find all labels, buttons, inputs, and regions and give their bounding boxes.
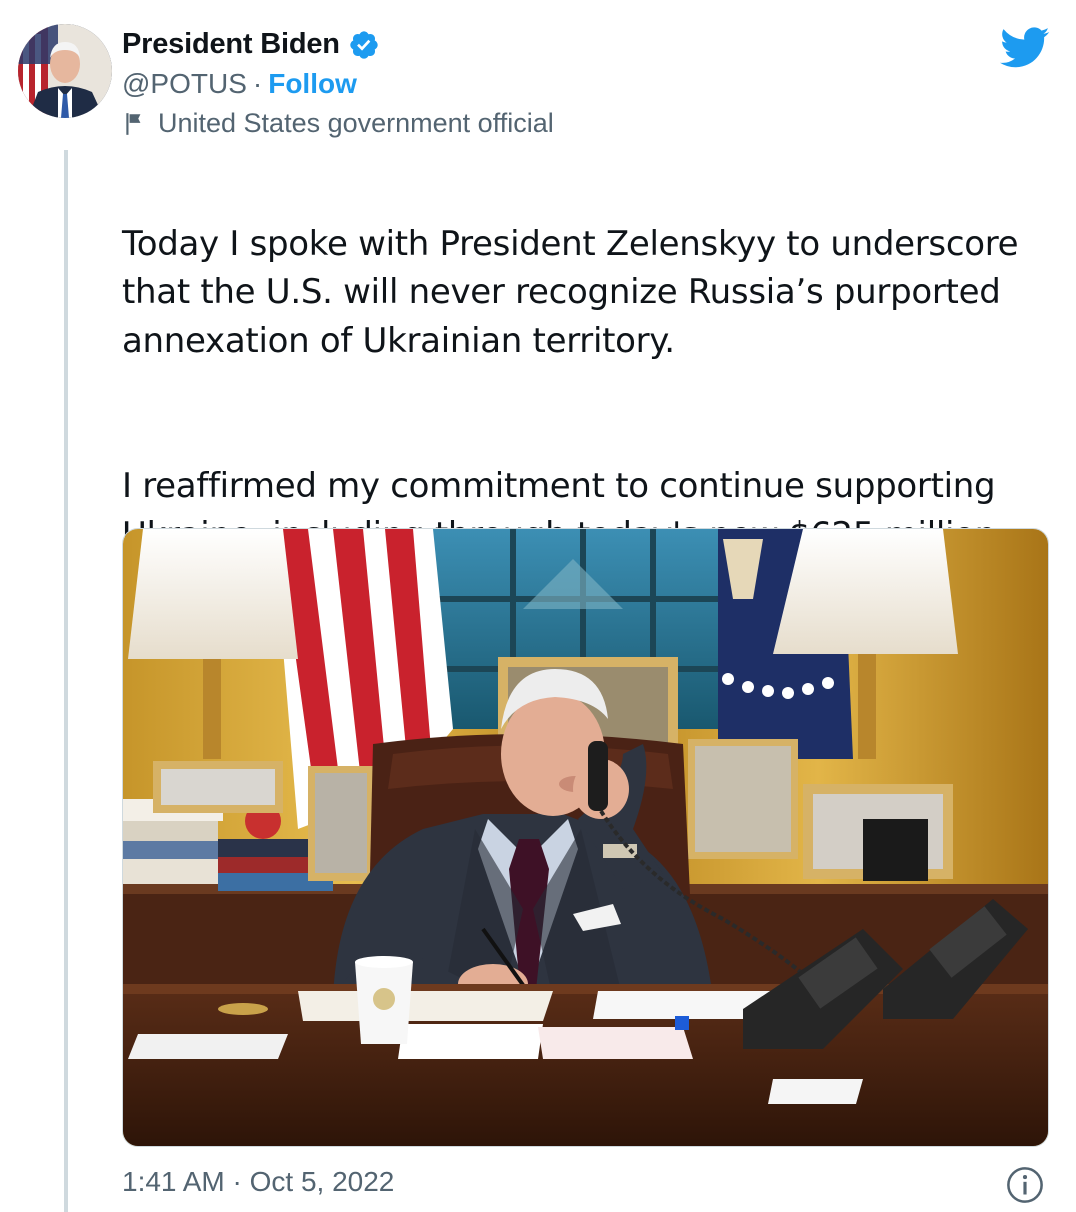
- verified-badge-icon: [350, 30, 378, 59]
- tweet-paragraph: Today I spoke with President Zelenskyy t…: [122, 223, 1019, 361]
- handle-separator: ·: [252, 68, 263, 99]
- oval-office-photo: [123, 529, 1048, 1146]
- timestamp-separator: ·: [232, 1166, 250, 1197]
- tweet-photo[interactable]: [122, 528, 1049, 1147]
- twitter-bird-icon[interactable]: [1000, 26, 1050, 70]
- avatar[interactable]: [18, 24, 112, 118]
- avatar-image: [18, 24, 112, 118]
- display-name[interactable]: President Biden: [122, 28, 340, 61]
- author-name-row[interactable]: President Biden: [122, 28, 380, 61]
- tweet-time: 1:41 AM: [122, 1166, 225, 1197]
- thread-line: [64, 150, 68, 1212]
- tweet-date: Oct 5, 2022: [249, 1166, 395, 1197]
- info-icon[interactable]: [1006, 1166, 1044, 1204]
- account-label-text: United States government official: [158, 108, 554, 138]
- tweet-timestamp[interactable]: 1:41 AM · Oct 5, 2022: [122, 1166, 394, 1198]
- flag-icon: [126, 112, 141, 135]
- handle-row: @POTUS · Follow: [122, 68, 357, 100]
- handle[interactable]: @POTUS: [122, 68, 247, 100]
- follow-button[interactable]: Follow: [268, 68, 357, 100]
- account-label: United States government official: [122, 108, 554, 139]
